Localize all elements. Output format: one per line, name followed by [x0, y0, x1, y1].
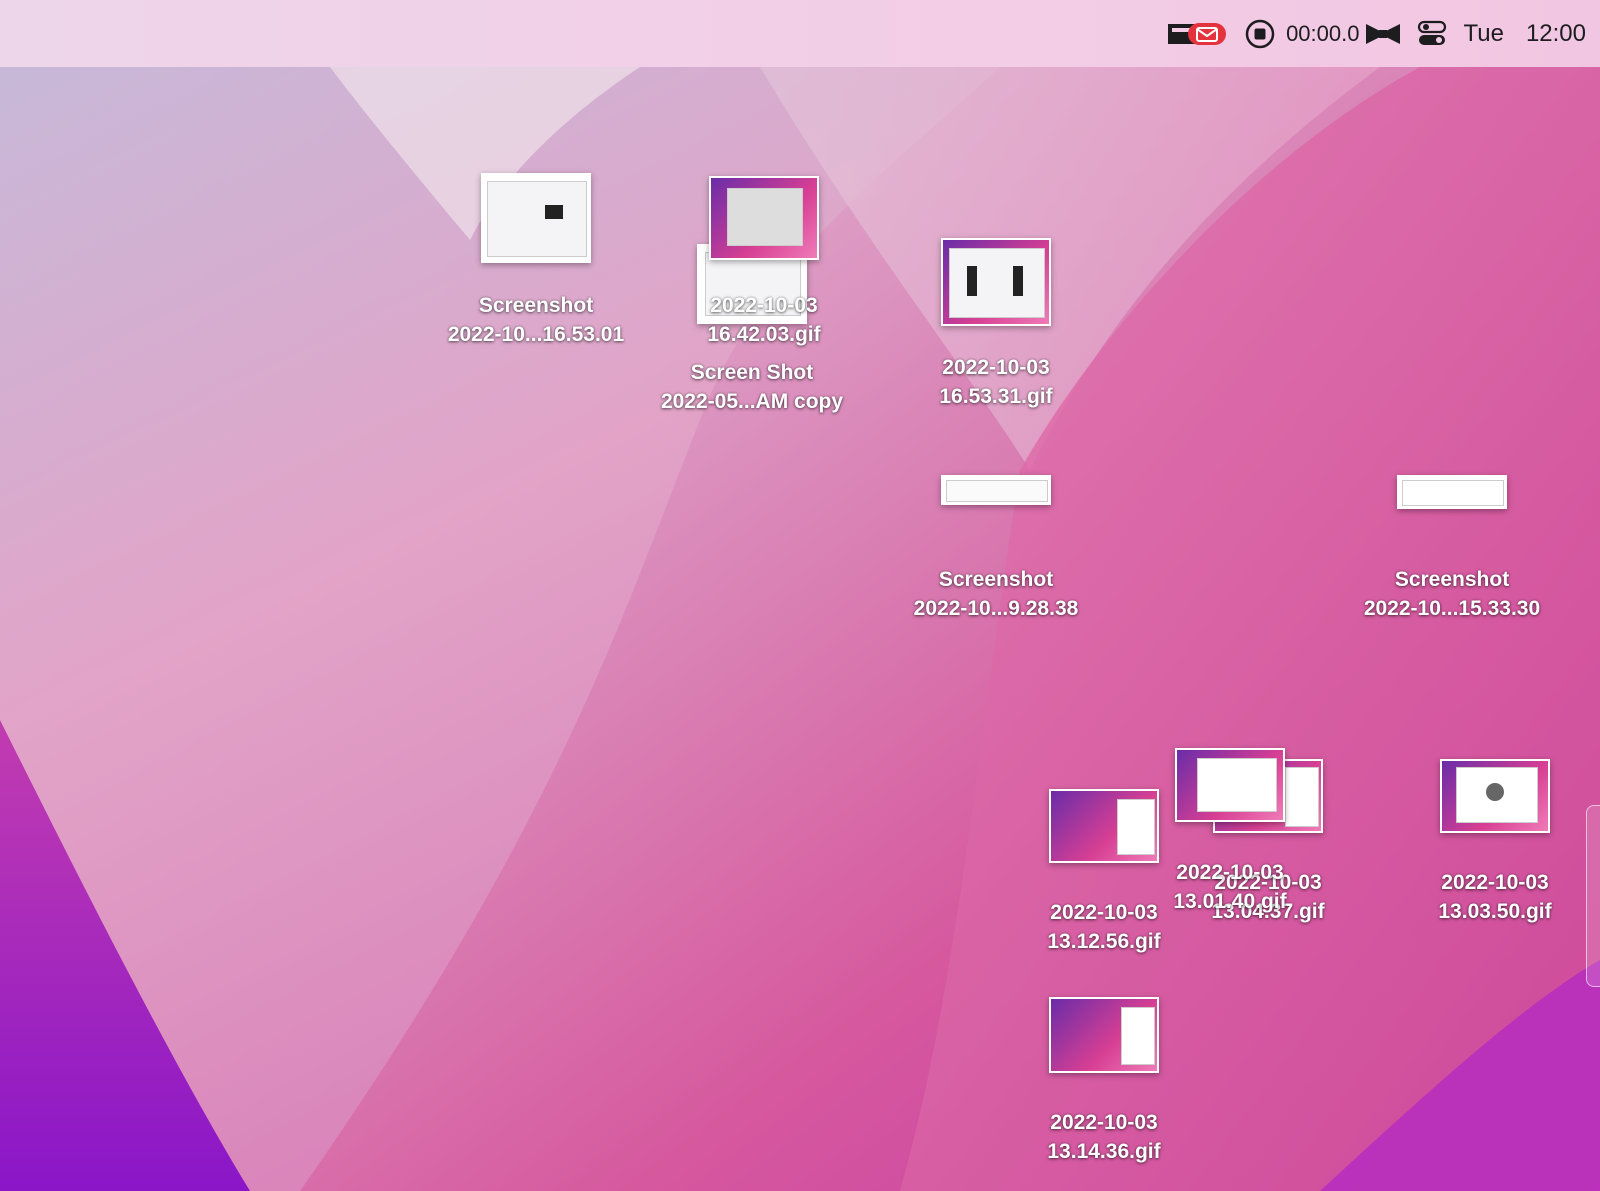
menu-extra-mail[interactable]	[1166, 19, 1228, 49]
file-thumbnail	[709, 176, 819, 260]
file-label: 2022-10-03 13.14.36.gif	[1047, 1111, 1161, 1163]
file-label: Screenshot 2022-10...15.33.30	[1363, 568, 1541, 620]
file-thumbnail	[941, 238, 1051, 326]
clock-day[interactable]: Tue	[1463, 20, 1503, 48]
recording-timer: 00:00.0	[1286, 20, 1360, 46]
mail-badge-icon	[1168, 22, 1227, 45]
menu-extra-recorder[interactable]	[1244, 18, 1276, 50]
file-label: 2022-10-03 16.53.31.gif	[939, 356, 1053, 408]
file-thumbnail	[1397, 475, 1507, 509]
bow-tie-icon	[1366, 23, 1401, 44]
menu-extra-bowtie[interactable]	[1365, 22, 1401, 46]
control-center-icon	[1418, 20, 1447, 45]
file-label: 2022-10-03 16.42.03.gif	[707, 294, 821, 346]
menu-extra-control-center[interactable]	[1417, 20, 1447, 48]
file-label: 2022-10-03 13.01.40.gif	[1173, 861, 1287, 913]
file-thumbnail	[1049, 789, 1159, 863]
file-thumbnail	[481, 173, 591, 263]
file-thumbnail	[1175, 748, 1285, 822]
file-label: Screenshot 2022-10...9.28.38	[913, 568, 1079, 620]
file-thumbnail	[1440, 759, 1550, 833]
record-stop-icon	[1245, 19, 1275, 48]
file-label: 2022-10-03 13.03.50.gif	[1438, 871, 1552, 923]
file-label: Screen Shot 2022-05...AM copy	[660, 361, 844, 413]
file-thumbnail	[941, 475, 1051, 505]
file-thumbnail	[1049, 997, 1159, 1073]
file-label: Screenshot 2022-10...16.53.01	[447, 294, 625, 346]
menu-bar: 00:00.0 Tue 12:00	[0, 0, 1600, 67]
edge-panel-handle[interactable]	[1586, 805, 1600, 987]
clock-time[interactable]: 12:00	[1526, 20, 1586, 48]
